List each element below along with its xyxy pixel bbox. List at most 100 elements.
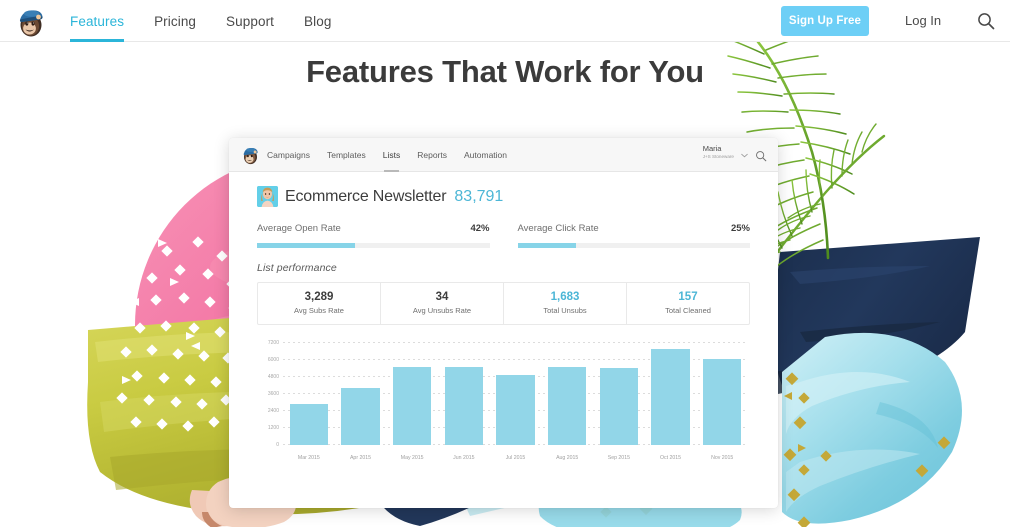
app-mailchimp-logo-icon[interactable] <box>240 144 261 165</box>
log-in-link[interactable]: Log In <box>905 13 941 28</box>
chart-bar-column <box>386 343 438 445</box>
chart-bar <box>393 367 432 445</box>
app-tab-label: Reports <box>417 150 447 160</box>
app-tab-label: Automation <box>464 150 507 160</box>
nav-link-pricing[interactable]: Pricing <box>154 0 196 42</box>
mailchimp-freddie-logo[interactable] <box>14 4 48 38</box>
user-avatar <box>257 186 278 207</box>
chevron-down-icon[interactable] <box>741 153 748 160</box>
chart-bar-column <box>541 343 593 445</box>
rate-progress-fill <box>257 243 355 248</box>
chart-x-tick-label: Sep 2015 <box>607 455 630 461</box>
app-tab-label: Templates <box>327 150 366 160</box>
list-header: Ecommerce Newsletter 83,791 <box>257 186 750 207</box>
list-performance-title: List performance <box>257 262 337 274</box>
chart-x-tick-label: May 2015 <box>400 455 424 461</box>
rate-value: 25% <box>730 223 750 234</box>
app-nav-bar: Campaigns Templates Lists Reports Automa… <box>229 138 778 172</box>
app-tab-label: Campaigns <box>267 150 310 160</box>
chart-y-tick-label: 2400 <box>267 408 279 414</box>
chart-y-tick-label: 6000 <box>267 357 279 363</box>
rate-label: Average Click Rate <box>517 223 599 234</box>
chart-bar-column <box>283 343 335 445</box>
chart-bar-column <box>593 343 645 445</box>
chart-bar-column <box>438 343 490 445</box>
nav-link-blog[interactable]: Blog <box>304 0 331 42</box>
stat-label: Total Unsubs <box>543 306 587 315</box>
chart-bar-column <box>696 343 748 445</box>
app-tab-reports[interactable]: Reports <box>417 138 447 172</box>
app-tab-label: Lists <box>382 150 401 160</box>
chart-bar <box>341 387 380 445</box>
chart-bar-column <box>645 343 697 445</box>
stat-label: Avg Unsubs Rate <box>412 306 472 315</box>
account-menu[interactable]: Maria J+S Stoneware <box>702 144 734 159</box>
app-screenshot-mockup: Campaigns Templates Lists Reports Automa… <box>229 138 778 508</box>
chart-bar <box>548 367 587 445</box>
average-click-rate: Average Click Rate 25% <box>517 223 750 248</box>
chart-bar <box>599 367 638 445</box>
chart-x-tick-label: Jun 2015 <box>453 455 475 461</box>
subscriber-count: 83,791 <box>454 187 504 205</box>
stat-label: Total Cleaned <box>665 306 711 315</box>
app-content: Ecommerce Newsletter 83,791 Average Open… <box>229 172 778 461</box>
nav-link-label: Features <box>70 13 125 29</box>
stat-value: 3,289 <box>304 291 334 303</box>
app-tab-bar: Campaigns Templates Lists Reports Automa… <box>267 138 524 172</box>
search-icon[interactable] <box>976 11 996 31</box>
stat-avg-subs-rate: 3,289 Avg Subs Rate <box>258 283 381 324</box>
chart-bar <box>651 349 690 445</box>
nav-link-label: Pricing <box>154 13 197 29</box>
account-name: J+S Stoneware <box>702 153 734 159</box>
nav-link-label: Blog <box>304 13 332 29</box>
app-search-icon[interactable] <box>755 149 767 162</box>
nav-link-features[interactable]: Features <box>70 0 125 42</box>
list-name: Ecommerce Newsletter <box>285 187 447 205</box>
chart-plot-area <box>283 342 748 445</box>
subscriber-growth-bar-chart: 0 1200 2400 3600 4800 6000 7200 Mar 2015 Apr 20… <box>257 339 750 461</box>
chart-bar <box>703 358 742 445</box>
app-tab-templates[interactable]: Templates <box>327 138 366 172</box>
stat-total-cleaned: 157 Total Cleaned <box>627 283 749 324</box>
chart-x-tick-label: Oct 2015 <box>660 455 682 461</box>
chart-bars <box>283 343 748 445</box>
chart-y-tick-label: 4800 <box>267 374 279 380</box>
rate-progress-track <box>517 243 750 248</box>
chart-bar <box>444 367 483 445</box>
app-tab-campaigns[interactable]: Campaigns <box>267 138 310 172</box>
chart-x-tick-label: Aug 2015 <box>556 455 579 461</box>
stat-label: Avg Subs Rate <box>294 306 344 315</box>
rate-label: Average Open Rate <box>257 223 341 234</box>
chart-x-axis: Mar 2015 Apr 2015 May 2015 Jun 2015 Jul 2015… <box>283 455 748 461</box>
chart-x-tick-label: Apr 2015 <box>349 455 372 461</box>
stats-row: 3,289 Avg Subs Rate 34 Avg Unsubs Rate 1… <box>257 282 750 325</box>
chart-bar-column <box>490 343 542 445</box>
stat-avg-unsubs-rate: 34 Avg Unsubs Rate <box>381 283 504 324</box>
chart-x-tick-label: Nov 2015 <box>711 455 734 461</box>
chart-bar-column <box>335 343 387 445</box>
account-user-name: Maria <box>702 144 722 153</box>
app-tab-automation[interactable]: Automation <box>464 138 507 172</box>
nav-link-support[interactable]: Support <box>226 0 274 42</box>
app-tab-lists[interactable]: Lists <box>383 138 400 172</box>
rate-value: 42% <box>470 223 490 234</box>
chart-y-tick-label: 3600 <box>267 391 279 397</box>
chart-y-tick-label: 0 <box>276 442 279 448</box>
chart-y-tick-label: 1200 <box>267 425 279 431</box>
page-root: Features Pricing Support Blog Sign Up Fr… <box>0 0 1010 527</box>
stat-value: 34 <box>435 291 449 303</box>
page-title: Features That Work for You <box>306 54 704 89</box>
rate-progress-track <box>257 243 490 248</box>
chart-y-tick-label: 7200 <box>267 340 279 346</box>
chart-bar <box>496 374 535 445</box>
primary-nav: Features Pricing Support Blog <box>70 0 361 42</box>
stat-total-unsubs: 1,683 Total Unsubs <box>504 283 627 324</box>
chart-x-tick-label: Jul 2015 <box>505 455 526 461</box>
stat-value: 157 <box>678 291 698 303</box>
average-open-rate: Average Open Rate 42% <box>257 223 490 248</box>
sign-up-free-button[interactable]: Sign Up Free <box>781 6 869 36</box>
stat-value: 1,683 <box>550 291 580 303</box>
rates-row: Average Open Rate 42% Average Click Rate… <box>257 223 750 248</box>
rate-progress-fill <box>517 243 576 248</box>
chart-x-tick-label: Mar 2015 <box>297 455 320 461</box>
